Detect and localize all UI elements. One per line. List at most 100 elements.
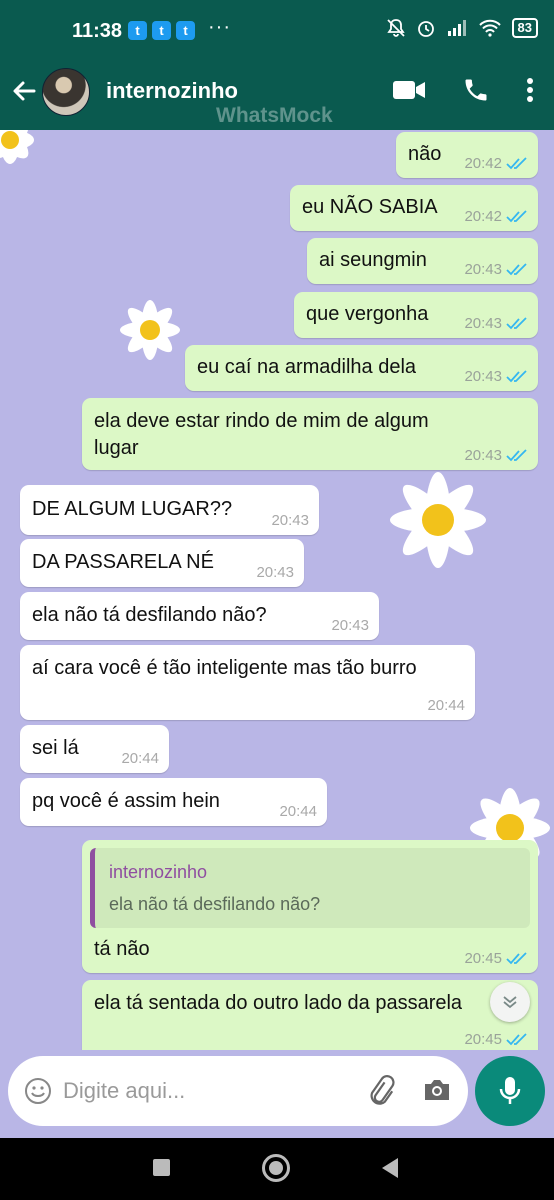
status-bar: 11:38 t t t ··· 83 (0, 0, 554, 62)
twitter-icon: t (152, 21, 171, 40)
message-time: 20:43 (331, 617, 369, 634)
read-ticks-icon (506, 210, 527, 223)
read-ticks-icon (506, 1033, 527, 1046)
message-meta: 20:43 (331, 617, 369, 634)
message-incoming[interactable]: pq você é assim hein 20:44 (20, 778, 327, 826)
status-time: 11:38 (72, 20, 123, 42)
twitter-icon: t (128, 21, 147, 40)
message-incoming[interactable]: sei lá 20:44 (20, 725, 169, 773)
quoted-text: ela não tá desfilando não? (109, 894, 321, 914)
message-text: eu caí na armadilha dela (197, 356, 417, 378)
message-text: DA PASSARELA NÉ (32, 551, 214, 573)
read-ticks-icon (506, 317, 527, 330)
message-text: ela deve estar rindo de mim de algum luga… (94, 408, 429, 462)
quoted-sender: internozinho (109, 862, 208, 882)
recent-apps-icon[interactable] (153, 1159, 170, 1176)
emoji-icon[interactable] (24, 1077, 52, 1105)
message-input[interactable]: Digite aqui... (8, 1056, 468, 1126)
signal-icon (447, 20, 466, 36)
battery-indicator: 83 (511, 18, 538, 38)
message-incoming[interactable]: DE ALGUM LUGAR?? 20:43 (20, 485, 319, 535)
message-text-line: ela deve estar rindo de mim de algum (94, 410, 429, 432)
message-text: ela não tá desfilando não? (32, 604, 267, 626)
message-incoming[interactable]: aí cara você é tão inteligente mas tão b… (20, 645, 475, 720)
message-text: aí cara você é tão inteligente mas tão b… (32, 657, 417, 679)
message-text: tá não (94, 938, 150, 960)
chat-header: internozinho WhatsMock (0, 62, 554, 130)
message-time: 20:42 (464, 155, 502, 172)
read-ticks-icon (506, 449, 527, 462)
scroll-to-bottom-button[interactable] (490, 982, 530, 1022)
phone-call-icon[interactable] (462, 76, 490, 104)
message-time: 20:44 (427, 697, 465, 714)
message-text: pq você é assim hein (32, 790, 220, 812)
message-outgoing[interactable]: ela tá sentada do outro lado da passarel… (82, 980, 538, 1050)
read-ticks-icon (506, 263, 527, 276)
more-options-icon[interactable] (526, 77, 534, 103)
message-time: 20:43 (464, 368, 502, 385)
mute-bell-icon (386, 19, 405, 37)
twitter-icon: t (176, 21, 195, 40)
message-meta: 20:44 (427, 697, 465, 714)
daisy-decoration (0, 130, 34, 164)
message-meta: 20:44 (121, 750, 159, 767)
message-time: 20:43 (464, 315, 502, 332)
more-notifications-icon: ··· (208, 16, 231, 38)
status-icons: 83 (386, 18, 538, 38)
message-incoming[interactable]: ela não tá desfilando não? 20:43 (20, 592, 379, 640)
chat-area[interactable]: não 20:42 eu NÃO SABIA 20:42 ai seungmin… (0, 130, 554, 1050)
message-time: 20:45 (464, 1031, 502, 1048)
camera-icon[interactable] (422, 1077, 452, 1103)
message-text: que vergonha (306, 303, 429, 325)
back-icon[interactable] (382, 1158, 398, 1178)
back-arrow-icon[interactable] (10, 77, 38, 105)
contact-name[interactable]: internozinho (106, 78, 238, 104)
watermark: WhatsMock (216, 104, 333, 127)
read-ticks-icon (506, 952, 527, 965)
voice-record-button[interactable] (475, 1056, 545, 1126)
message-outgoing[interactable]: ela deve estar rindo de mim de algum luga… (82, 398, 538, 470)
message-meta: 20:43 (256, 564, 294, 581)
message-time: 20:43 (271, 512, 309, 529)
daisy-decoration (120, 300, 180, 360)
system-nav-bar (0, 1138, 554, 1200)
message-time: 20:42 (464, 208, 502, 225)
message-meta: 20:43 (464, 315, 528, 332)
message-outgoing-reply[interactable]: internozinho ela não tá desfilando não? … (82, 840, 538, 973)
message-text-line: lugar (94, 437, 139, 459)
message-text: DE ALGUM LUGAR?? (32, 498, 233, 520)
message-meta: 20:43 (271, 512, 309, 529)
message-time: 20:43 (464, 447, 502, 464)
read-ticks-icon (506, 157, 527, 170)
message-outgoing[interactable]: eu caí na armadilha dela 20:43 (185, 345, 538, 391)
message-incoming[interactable]: DA PASSARELA NÉ 20:43 (20, 539, 304, 587)
quoted-message[interactable]: internozinho ela não tá desfilando não? (90, 848, 530, 928)
message-outgoing[interactable]: não 20:42 (396, 132, 538, 178)
message-meta: 20:43 (464, 447, 528, 464)
message-meta: 20:45 (464, 950, 528, 967)
chevron-double-down-icon (503, 996, 517, 1009)
message-meta: 20:43 (464, 261, 528, 278)
message-outgoing[interactable]: que vergonha 20:43 (294, 292, 538, 338)
daisy-decoration (390, 472, 486, 568)
message-text: eu NÃO SABIA (302, 196, 438, 218)
message-outgoing[interactable]: ai seungmin 20:43 (307, 238, 538, 284)
wifi-icon (478, 19, 501, 37)
composer: Digite aqui... (0, 1050, 554, 1138)
message-meta: 20:45 (464, 1031, 528, 1048)
message-text: ela tá sentada do outro lado da passarel… (94, 992, 463, 1014)
message-time: 20:44 (279, 803, 317, 820)
attach-icon[interactable] (366, 1075, 398, 1107)
message-meta: 20:43 (464, 368, 528, 385)
message-meta: 20:44 (279, 803, 317, 820)
message-time: 20:44 (121, 750, 159, 767)
home-icon[interactable] (262, 1154, 290, 1182)
message-meta: 20:42 (464, 208, 528, 225)
video-call-icon[interactable] (392, 79, 426, 101)
message-text: sei lá (32, 737, 79, 759)
message-placeholder[interactable]: Digite aqui... (63, 1078, 185, 1104)
avatar[interactable] (42, 68, 90, 116)
message-outgoing[interactable]: eu NÃO SABIA 20:42 (290, 185, 538, 231)
message-text: ai seungmin (319, 249, 427, 271)
alarm-icon (417, 21, 434, 37)
